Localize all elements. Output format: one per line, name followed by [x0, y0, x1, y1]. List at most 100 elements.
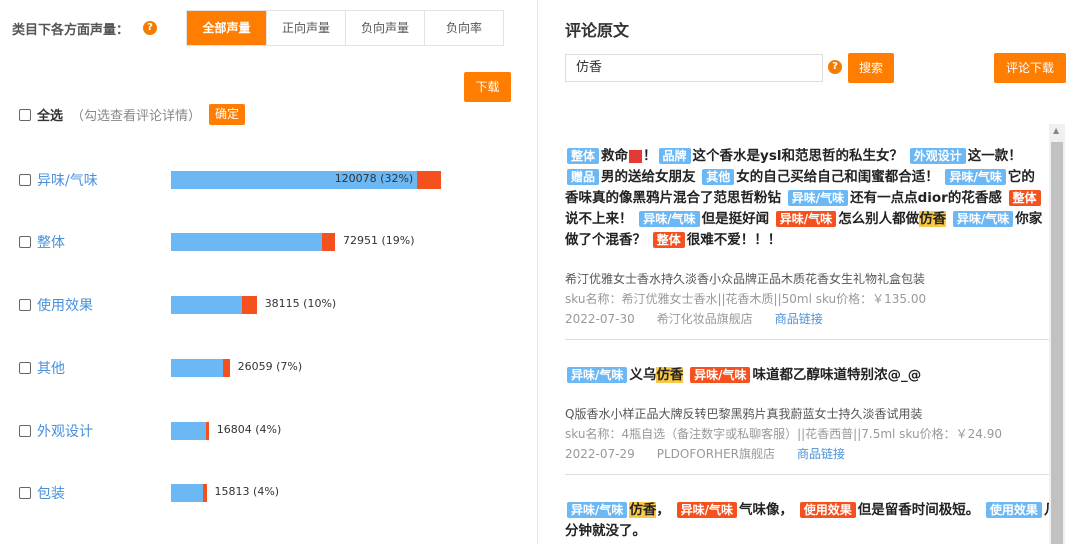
aspect-checkbox[interactable]	[19, 299, 31, 311]
positive-bar	[171, 296, 243, 314]
tab-all-volume[interactable]: 全部声量	[187, 11, 266, 45]
comment-segment: ！	[643, 148, 657, 164]
volume-bar	[171, 359, 230, 377]
comment-segment: 义乌	[629, 367, 657, 383]
aspect-checkbox[interactable]	[19, 487, 31, 499]
product-title: Q版香水小样正品大牌反转巴黎黑鸦片真我蔚蓝女士持久淡香试用装	[565, 407, 923, 421]
negative-bar	[242, 296, 257, 314]
comment-text: 异味/气味仿香， 异味/气味气味像， 使用效果但是留香时间极短。 使用效果几分钟…	[565, 500, 1050, 542]
negative-bar	[416, 171, 441, 189]
download-button[interactable]: 下载	[464, 72, 511, 102]
volume-bar	[171, 233, 336, 251]
store-name: PLDOFORHER旗舰店	[656, 447, 775, 461]
comment-segment: 气味像，	[738, 502, 798, 518]
comment-segment: 怎么别人都做	[838, 211, 920, 227]
volume-value: 38115 (10%)	[264, 297, 337, 310]
aspect-row: 异味/气味 120078 (32%)	[19, 170, 441, 190]
aspect-tag[interactable]: 整体	[652, 232, 685, 248]
aspect-tag[interactable]: 品牌	[658, 148, 691, 164]
search-button[interactable]: 搜索	[848, 53, 894, 83]
aspect-row: 使用效果 38115 (10%)	[19, 295, 336, 315]
search-input[interactable]: 仿香	[565, 54, 823, 82]
aspect-label[interactable]: 外观设计	[37, 421, 167, 441]
select-all-checkbox[interactable]	[19, 108, 31, 121]
aspect-label[interactable]: 使用效果	[37, 295, 167, 315]
comment-segment: ，	[656, 502, 675, 518]
volume-value: 15813 (4%)	[214, 485, 280, 498]
aspect-tag[interactable]: 使用效果	[799, 502, 856, 518]
comment-list: 整体 救命！品牌 这个香水是ysl和范思哲的私生女？ 外观设计 这一款！ 赠品 男的送给女…	[565, 146, 1050, 542]
comment-segment: 它的	[1007, 169, 1035, 185]
panel-title: 类目下各方面声量：	[12, 23, 130, 38]
aspect-tag[interactable]: 异味/气味	[787, 190, 849, 206]
aspect-tag[interactable]: 异味/气味	[775, 211, 837, 227]
aspect-label[interactable]: 异味/气味	[37, 170, 167, 190]
aspect-checkbox[interactable]	[19, 425, 31, 437]
comment-segment: 救命	[601, 148, 629, 164]
tab-negative-volume[interactable]: 负向声量	[345, 11, 424, 45]
store-name: 希汀化妆品旗舰店	[656, 312, 753, 326]
aspect-row: 包装 15813 (4%)	[19, 483, 279, 503]
product-link[interactable]: 商品链接	[775, 312, 823, 326]
comment-item: 整体 救命！品牌 这个香水是ysl和范思哲的私生女？ 外观设计 这一款！ 赠品 男的送给女…	[565, 146, 1050, 340]
help-icon[interactable]: ?	[828, 60, 842, 74]
volume-value: 26059 (7%)	[237, 360, 303, 373]
volume-value: 72951 (19%)	[343, 234, 415, 247]
aspect-row: 其他 26059 (7%)	[19, 358, 302, 378]
aspect-checkbox[interactable]	[19, 236, 31, 248]
comment-segment: 香味真的像黑鸦片混合了范思哲粉钻	[565, 190, 786, 206]
product-link[interactable]: 商品链接	[797, 447, 845, 461]
aspect-tag[interactable]: 赠品	[567, 169, 600, 185]
positive-bar	[171, 484, 204, 502]
aspect-volume-panel: 类目下各方面声量： ? 全部声量 正向声量 负向声量 负向率 下载 全选 （勾选…	[0, 0, 538, 544]
select-hint: （勾选查看评论详情）	[71, 109, 202, 124]
comment-segment: 你家	[1015, 211, 1043, 227]
aspect-tag[interactable]: 异味/气味	[952, 211, 1014, 227]
product-title: 希汀优雅女士香水持久淡香小众品牌正品木质花香女生礼物礼盒包装	[565, 272, 926, 286]
aspect-tag[interactable]: 整体	[567, 148, 600, 164]
comment-segment: 还有一点点dior的花香感	[850, 190, 1007, 206]
aspect-checkbox[interactable]	[19, 362, 31, 374]
comment-date: 2022-07-29	[565, 447, 635, 461]
sku-info: sku名称：4瓶自选（备注数字或私聊客服）||花香西普||7.5ml sku价格…	[565, 427, 1002, 441]
scrollbar-thumb[interactable]	[1051, 142, 1063, 544]
comment-segment: 这一款！	[967, 148, 1022, 164]
aspect-tag[interactable]: 外观设计	[909, 148, 966, 164]
aspect-tag[interactable]: 异味/气味	[690, 367, 751, 383]
volume-value: 120078 (32%)	[334, 172, 414, 185]
scroll-up-icon[interactable]: ▲	[1053, 126, 1059, 135]
aspect-tag[interactable]: 异味/气味	[639, 211, 700, 227]
aspect-tag[interactable]: 其他	[702, 169, 735, 185]
aspect-tag[interactable]: 异味/气味	[567, 502, 628, 518]
keyword-highlight: 仿香	[656, 367, 684, 383]
aspect-label[interactable]: 其他	[37, 358, 167, 378]
aspect-tag[interactable]: 异味/气味	[676, 502, 737, 518]
aspect-row: 外观设计 16804 (4%)	[19, 421, 281, 441]
help-icon[interactable]: ?	[143, 21, 157, 35]
aspect-tag[interactable]: 异味/气味	[945, 169, 1006, 185]
sku-info: sku名称：希汀优雅女士香水||花香木质||50ml sku价格：￥135.00	[565, 292, 927, 306]
comment-item: 异味/气味仿香， 异味/气味气味像， 使用效果但是留香时间极短。 使用效果几分钟…	[565, 500, 1050, 542]
comment-segment: 但是挺好闻	[701, 211, 774, 227]
aspect-label[interactable]: 整体	[37, 232, 167, 252]
scrollbar[interactable]: ▲	[1049, 124, 1065, 544]
comment-segment	[683, 367, 688, 383]
aspect-checkbox[interactable]	[19, 174, 31, 186]
negative-bar	[205, 422, 209, 440]
confirm-button[interactable]: 确定	[209, 104, 246, 125]
aspect-label[interactable]: 包装	[37, 483, 167, 503]
volume-value: 16804 (4%)	[216, 423, 282, 436]
keyword-highlight: 仿香	[629, 502, 657, 518]
comment-segment: 分钟就没了。	[565, 523, 646, 539]
comment-download-button[interactable]: 评论下载	[994, 53, 1066, 83]
aspect-tag[interactable]: 整体	[1008, 190, 1041, 206]
aspect-tag[interactable]: 异味/气味	[567, 367, 628, 383]
sos-emoji-icon	[629, 149, 643, 163]
volume-bar	[171, 296, 257, 314]
comment-item: 异味/气味 义乌仿香 异味/气味 味道都乙醇味道特别浓@_@ Q版香水小样正品大牌反转…	[565, 365, 1050, 475]
tab-negative-rate[interactable]: 负向率	[424, 11, 503, 45]
tab-positive-volume[interactable]: 正向声量	[266, 11, 345, 45]
comment-text: 整体 救命！品牌 这个香水是ysl和范思哲的私生女？ 外观设计 这一款！ 赠品 男的送给女…	[565, 146, 1050, 251]
aspect-tag[interactable]: 使用效果	[985, 502, 1042, 518]
comment-segment: 这个香水是ysl和范思哲的私生女？	[692, 148, 908, 164]
